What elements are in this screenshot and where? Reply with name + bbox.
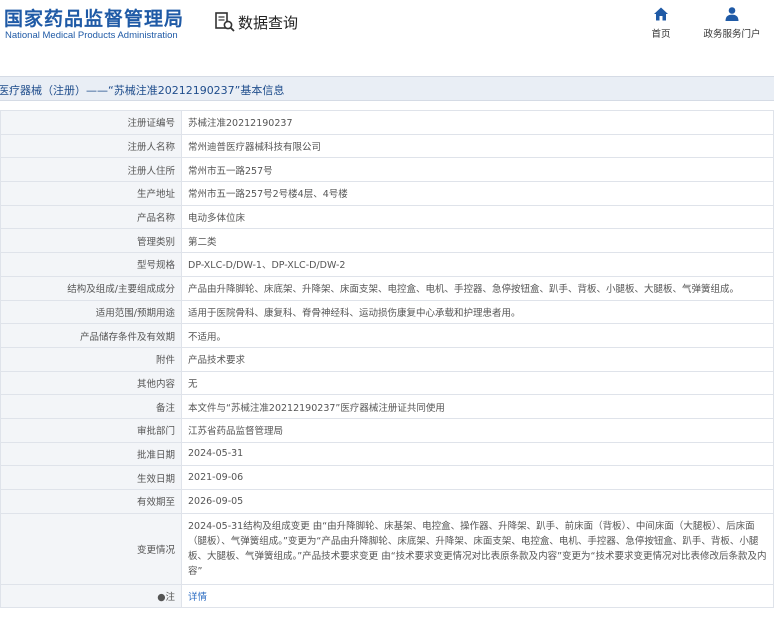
row-label: 审批部门 bbox=[0, 417, 182, 443]
table-row: ●注 详情 bbox=[0, 583, 774, 609]
nav-home[interactable]: 首页 bbox=[646, 6, 676, 40]
search-document-icon bbox=[215, 12, 235, 32]
row-label: 生产地址 bbox=[0, 181, 182, 206]
row-value: 电动多体位床 bbox=[181, 204, 774, 230]
row-label: 注册人住所 bbox=[0, 157, 182, 183]
row-label: 有效期至 bbox=[0, 489, 182, 514]
table-row: 其他内容无 bbox=[0, 370, 774, 396]
table-row: 产品名称 电动多体位床 bbox=[0, 204, 774, 230]
row-value: 适用于医院骨科、康复科、脊骨神经科、运动损伤康复中心承载和护理患者用。 bbox=[181, 299, 774, 325]
row-value: 常州迪普医疗器械科技有限公司 bbox=[181, 133, 774, 159]
nav-home-label: 首页 bbox=[651, 29, 671, 40]
row-value: 2021-09-06 bbox=[181, 465, 774, 490]
row-label: 产品储存条件及有效期 bbox=[0, 323, 182, 348]
row-label: 其他内容 bbox=[0, 370, 182, 396]
site-logo-title[interactable]: 国家药品监督管理局 bbox=[4, 4, 184, 31]
row-value: 本文件与“苏械注准20212190237”医疗器械注册证共同使用 bbox=[181, 394, 774, 419]
data-query-label: 数据查询 bbox=[238, 13, 299, 32]
table-row: 型号规格 DP-XLC-D/DW-1、DP-XLC-D/DW-2 bbox=[0, 252, 774, 277]
row-label: 生效日期 bbox=[0, 465, 182, 490]
row-value: DP-XLC-D/DW-1、DP-XLC-D/DW-2 bbox=[181, 252, 774, 277]
row-label: 批准日期 bbox=[0, 441, 182, 467]
table-row: 产品储存条件及有效期 不适用。 bbox=[0, 323, 774, 348]
table-row: 批准日期 2024-05-31 bbox=[0, 441, 774, 467]
row-value: 产品由升降脚轮、床底架、升降架、床面支架、电控盒、电机、手控器、急停按钮盒、趴手… bbox=[181, 275, 774, 301]
table-row: 适用范围/预期用途 适用于医院骨科、康复科、脊骨神经科、运动损伤康复中心承载和护理… bbox=[0, 299, 774, 325]
site-header: 国家药品监督管理局 National Medical Products Admi… bbox=[0, 0, 774, 58]
row-label: 附件 bbox=[0, 346, 182, 372]
table-row: 生产地址 常州市五一路257号2号楼4层、4号楼 bbox=[0, 181, 774, 206]
row-value: 常州市五一路257号2号楼4层、4号楼 bbox=[181, 181, 774, 206]
detail-table: 注册证编号 苏械注准20212190237 注册人名称 常州迪普医疗器械科技有限公司… bbox=[0, 110, 774, 609]
row-label: 产品名称 bbox=[0, 204, 182, 230]
row-label: 变更情况 bbox=[0, 512, 182, 585]
table-row: 结构及组成/主要组成成分 产品由升降脚轮、床底架、升降架、床面支架、电控盒、电机、… bbox=[0, 275, 774, 301]
table-row: 注册人名称 常州迪普医疗器械科技有限公司 bbox=[0, 133, 774, 159]
nav-gov-portal[interactable]: 政务服务门户 bbox=[700, 6, 764, 40]
home-icon bbox=[654, 7, 668, 21]
page-title-bar: 医疗器械（注册）——“苏械注准20212190237”基本信息 bbox=[0, 76, 774, 101]
row-label: 型号规格 bbox=[0, 252, 182, 277]
row-value: 2026-09-05 bbox=[181, 489, 774, 514]
row-value: 产品技术要求 bbox=[181, 346, 774, 372]
table-row: 附件 产品技术要求 bbox=[0, 346, 774, 372]
row-label: 备注 bbox=[0, 394, 182, 419]
row-value: 常州市五一路257号 bbox=[181, 157, 774, 183]
table-row: 备注 本文件与“苏械注准20212190237”医疗器械注册证共同使用 bbox=[0, 394, 774, 419]
row-label: ●注 bbox=[0, 583, 182, 609]
row-label: 注册证编号 bbox=[0, 110, 182, 135]
nav-gov-portal-label: 政务服务门户 bbox=[703, 29, 761, 40]
row-value: 2024-05-31结构及组成变更 由“由升降脚轮、床基架、电控盒、操作器、升降… bbox=[181, 512, 774, 585]
table-row: 注册人住所 常州市五一路257号 bbox=[0, 157, 774, 183]
page-title: 医疗器械（注册）——“苏械注准20212190237”基本信息 bbox=[0, 84, 285, 97]
row-value: 江苏省药品监督管理局 bbox=[181, 417, 774, 443]
row-value: 无 bbox=[181, 370, 774, 396]
details-link[interactable]: 详情 bbox=[188, 592, 207, 603]
row-value: 苏械注准20212190237 bbox=[181, 110, 774, 135]
table-row: 注册证编号 苏械注准20212190237 bbox=[0, 110, 774, 135]
row-label: 管理类别 bbox=[0, 228, 182, 254]
user-icon bbox=[725, 7, 739, 21]
table-row: 管理类别 第二类 bbox=[0, 228, 774, 254]
table-row: 审批部门 江苏省药品监督管理局 bbox=[0, 417, 774, 443]
row-value: 第二类 bbox=[181, 228, 774, 254]
row-label: 适用范围/预期用途 bbox=[0, 299, 182, 325]
data-query-link[interactable]: 数据查询 bbox=[214, 10, 298, 34]
table-row: 有效期至 2026-09-05 bbox=[0, 489, 774, 514]
row-value: 不适用。 bbox=[181, 323, 774, 348]
site-logo-subtitle[interactable]: National Medical Products Administration bbox=[5, 30, 178, 41]
row-label: 结构及组成/主要组成成分 bbox=[0, 275, 182, 301]
row-value: 2024-05-31 bbox=[181, 441, 774, 467]
row-label: 注册人名称 bbox=[0, 133, 182, 159]
table-row: 生效日期 2021-09-06 bbox=[0, 465, 774, 490]
table-row: 变更情况 2024-05-31结构及组成变更 由“由升降脚轮、床基架、电控盒、操作… bbox=[0, 512, 774, 585]
